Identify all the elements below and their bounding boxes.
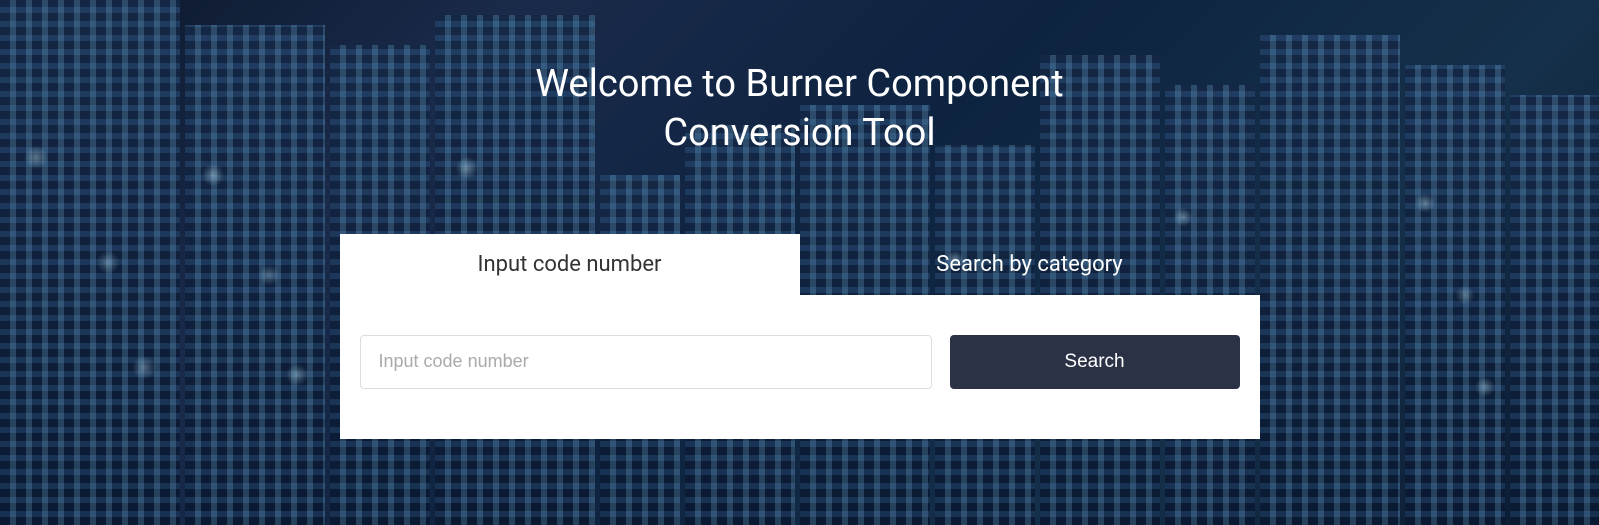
tab-input-code[interactable]: Input code number xyxy=(340,234,800,295)
tab-search-category[interactable]: Search by category xyxy=(800,234,1260,295)
code-number-input[interactable] xyxy=(360,335,932,389)
page-title: Welcome to Burner Component Conversion T… xyxy=(450,60,1150,159)
tabs-container: Input code number Search by category xyxy=(340,234,1260,295)
search-panel: Search xyxy=(340,295,1260,439)
search-button[interactable]: Search xyxy=(950,335,1240,389)
